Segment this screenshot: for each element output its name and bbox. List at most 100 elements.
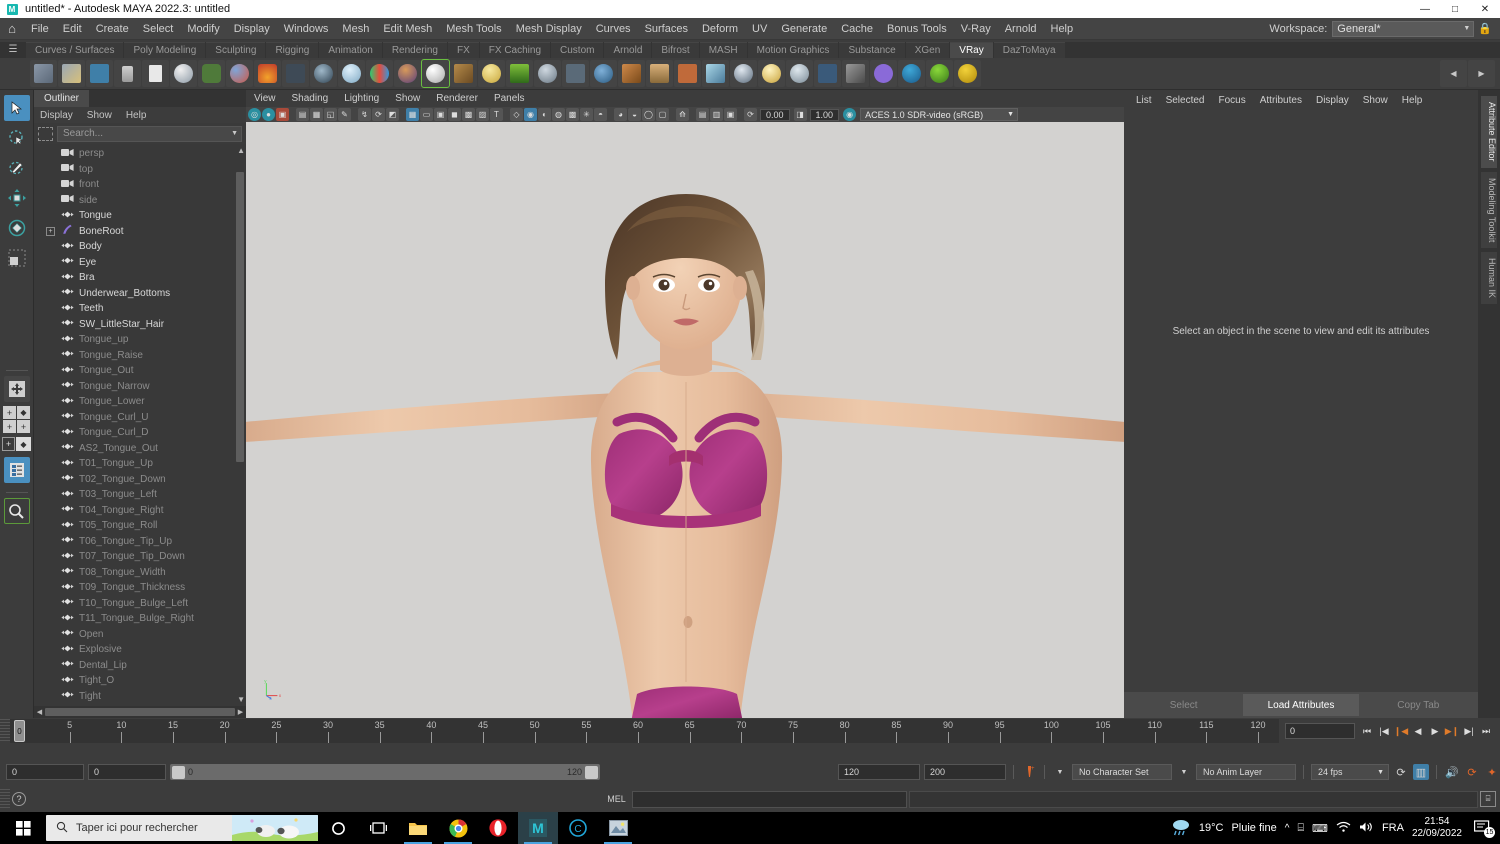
- snap-curve-button[interactable]: ◆: [17, 406, 30, 419]
- make-live-button[interactable]: ◆: [16, 437, 31, 451]
- onedrive-icon[interactable]: ⌸: [1297, 822, 1304, 835]
- opera-icon[interactable]: [478, 812, 518, 844]
- outliner-search-input[interactable]: Search... ▼: [57, 125, 242, 142]
- use-default-light-icon[interactable]: ✳: [580, 108, 593, 121]
- vfb-icon[interactable]: [86, 60, 113, 87]
- menu-item-generate[interactable]: Generate: [774, 18, 834, 40]
- volume-icon[interactable]: [1359, 821, 1374, 836]
- exposure-toggle-icon[interactable]: ▣: [724, 108, 737, 121]
- outliner-item[interactable]: side: [34, 193, 246, 209]
- range-handle-right[interactable]: [585, 765, 598, 779]
- outliner-item[interactable]: Underwear_Bottoms: [34, 286, 246, 302]
- go-to-start-button[interactable]: ⏮: [1359, 722, 1375, 740]
- viewport-menu-panels[interactable]: Panels: [494, 93, 525, 104]
- user-attributes-icon[interactable]: [870, 60, 897, 87]
- tab-attribute-editor[interactable]: Attribute Editor: [1481, 96, 1497, 168]
- menu-item-deform[interactable]: Deform: [695, 18, 745, 40]
- xray-joints-icon[interactable]: ▨: [476, 108, 489, 121]
- time-slider-track[interactable]: 0 5 10 15 20 25 30 35 40 45 50 55 60 65 70 75 80 85 90 95 10…: [10, 719, 1279, 743]
- gamma-value[interactable]: 1.00: [809, 108, 840, 121]
- menu-item-select[interactable]: Select: [136, 18, 181, 40]
- shelf-tab-curves-surfaces[interactable]: Curves / Surfaces: [26, 42, 124, 58]
- taskbar-search-input[interactable]: Taper ici pour rechercher: [46, 815, 318, 841]
- attribute-editor-menu-attributes[interactable]: Attributes: [1260, 95, 1302, 106]
- render-settings-icon[interactable]: [58, 60, 85, 87]
- menu-item-mesh[interactable]: Mesh: [335, 18, 376, 40]
- render-view-icon[interactable]: [30, 60, 57, 87]
- attribute-editor-menu-focus[interactable]: Focus: [1218, 95, 1245, 106]
- attribute-editor-menu-list[interactable]: List: [1136, 95, 1152, 106]
- script-editor-icon[interactable]: ⌸: [1480, 791, 1497, 807]
- particles-icon[interactable]: [534, 60, 561, 87]
- outliner-menu-help[interactable]: Help: [126, 110, 147, 121]
- clip-studio-icon[interactable]: C: [558, 812, 598, 844]
- shelf-tab-arnold[interactable]: Arnold: [604, 42, 652, 58]
- dome-light-icon[interactable]: [310, 60, 337, 87]
- menu-item-file[interactable]: File: [24, 18, 56, 40]
- animation-start-field[interactable]: 0: [6, 764, 84, 780]
- flat-shade-icon[interactable]: ◐: [538, 108, 551, 121]
- playback-end-field[interactable]: 120: [838, 764, 920, 780]
- xray-active-icon[interactable]: ▤: [696, 108, 709, 121]
- volume-grid-icon[interactable]: [730, 60, 757, 87]
- time-cursor[interactable]: 0: [14, 720, 25, 742]
- outliner-item[interactable]: T08_Tongue_Width: [34, 565, 246, 581]
- outliner-scroll-right-icon[interactable]: ▶: [235, 708, 246, 716]
- scene-converter-icon[interactable]: [926, 60, 953, 87]
- load-attributes-button[interactable]: Load Attributes: [1243, 694, 1359, 716]
- exposure-value[interactable]: 0.00: [760, 108, 790, 121]
- shelf-tab-mash[interactable]: MASH: [699, 42, 747, 58]
- menu-item-mesh-tools[interactable]: Mesh Tools: [439, 18, 508, 40]
- shelf-tab-xgen[interactable]: XGen: [905, 42, 950, 58]
- blend-material-icon[interactable]: [226, 60, 253, 87]
- shelf-scroll-right-icon[interactable]: ▶: [1468, 60, 1495, 87]
- outliner-item[interactable]: T06_Tongue_Tip_Up: [34, 534, 246, 550]
- cortana-icon[interactable]: [318, 812, 358, 844]
- snap-point-button[interactable]: +: [3, 420, 16, 433]
- mesh-light-icon[interactable]: [282, 60, 309, 87]
- go-to-end-button[interactable]: ⏭: [1478, 722, 1494, 740]
- maximize-button[interactable]: □: [1440, 0, 1470, 18]
- xray-icon[interactable]: ▩: [462, 108, 475, 121]
- image-plane-icon[interactable]: ▦: [310, 108, 323, 121]
- film-gate-icon[interactable]: ▭: [420, 108, 433, 121]
- menu-item-create[interactable]: Create: [89, 18, 136, 40]
- image-viewer-icon[interactable]: [598, 812, 638, 844]
- viewport-menu-shading[interactable]: Shading: [292, 93, 329, 104]
- outliner-item[interactable]: Tongue_Curl_U: [34, 410, 246, 426]
- scale-tool-button[interactable]: [4, 245, 30, 271]
- outliner-item[interactable]: T03_Tongue_Left: [34, 487, 246, 503]
- time-slider-grip[interactable]: [0, 719, 10, 743]
- isolate-select-icon[interactable]: ⟰: [676, 108, 689, 121]
- viewport-menu-lighting[interactable]: Lighting: [344, 93, 379, 104]
- start-button[interactable]: [0, 812, 46, 844]
- camera-attributes-icon[interactable]: ▤: [296, 108, 309, 121]
- outliner-item[interactable]: Open: [34, 627, 246, 643]
- close-button[interactable]: ✕: [1470, 0, 1500, 18]
- menu-item-arnold[interactable]: Arnold: [998, 18, 1044, 40]
- sound-icon[interactable]: 🔊: [1444, 764, 1460, 780]
- aa-icon[interactable]: ▢: [656, 108, 669, 121]
- gradient-ramp-icon[interactable]: [366, 60, 393, 87]
- outliner-item[interactable]: Bra: [34, 270, 246, 286]
- menu-item-uv[interactable]: UV: [745, 18, 774, 40]
- menu-item-mesh-display[interactable]: Mesh Display: [509, 18, 589, 40]
- current-frame-field[interactable]: 0: [1285, 723, 1355, 739]
- outliner-item[interactable]: + BoneRoot: [34, 224, 246, 240]
- bookmark-camera-icon[interactable]: ▣: [276, 108, 289, 121]
- taskbar-clock[interactable]: 21:54 22/09/2022: [1412, 816, 1462, 840]
- shelf-tab-sculpting[interactable]: Sculpting: [206, 42, 266, 58]
- outliner-tab[interactable]: Outliner: [34, 90, 90, 107]
- outliner-item[interactable]: T04_Tongue_Right: [34, 503, 246, 519]
- outliner-scroll-left-icon[interactable]: ◀: [34, 708, 45, 716]
- fur-icon[interactable]: [646, 60, 673, 87]
- weather-icon[interactable]: [1171, 818, 1191, 839]
- play-backwards-button[interactable]: ◀: [1410, 722, 1426, 740]
- menu-item-bonus-tools[interactable]: Bonus Tools: [880, 18, 954, 40]
- shelf-tab-vray[interactable]: VRay: [950, 42, 993, 58]
- range-slider-bar[interactable]: 0 120: [170, 764, 600, 780]
- paint-select-tool-button[interactable]: [4, 155, 30, 181]
- menu-item-edit[interactable]: Edit: [56, 18, 89, 40]
- fire-icon[interactable]: [254, 60, 281, 87]
- tray-expand-icon[interactable]: ^: [1285, 823, 1290, 834]
